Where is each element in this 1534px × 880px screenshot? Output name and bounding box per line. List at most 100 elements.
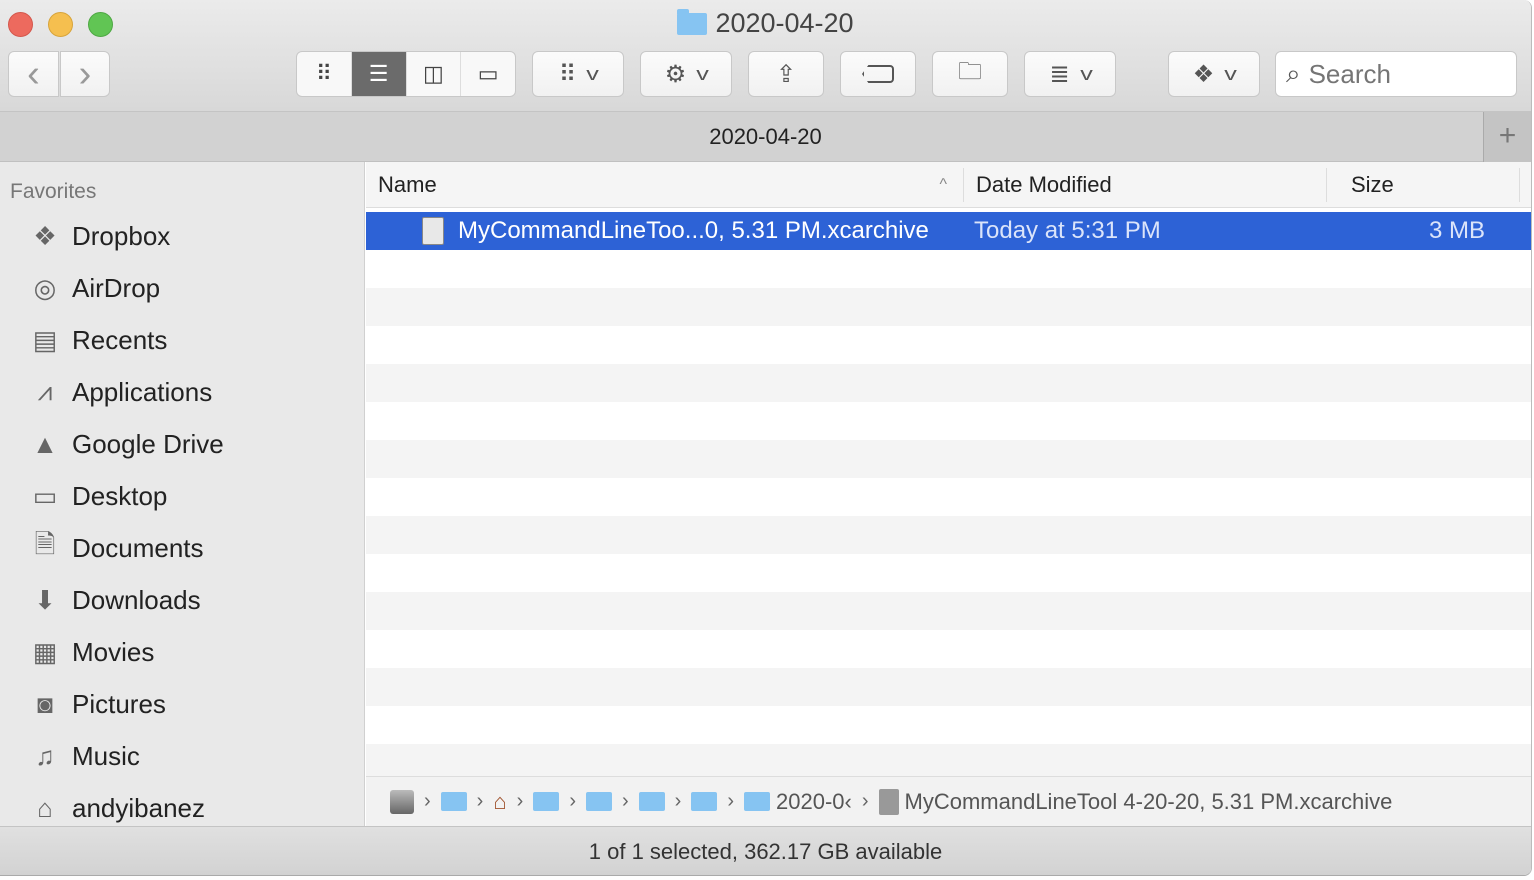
dropbox-button[interactable]: ❖ v <box>1168 51 1260 97</box>
empty-row <box>366 668 1531 706</box>
empty-row <box>366 516 1531 554</box>
home-icon: ⌂ <box>37 792 53 823</box>
file-date: Today at 5:31 PM <box>974 217 1161 244</box>
xcarchive-icon <box>422 217 444 245</box>
sidebar-item-dropbox[interactable]: ❖ Dropbox <box>0 210 364 262</box>
sidebar-item-label: Downloads <box>72 584 201 615</box>
tags-button[interactable] <box>840 51 916 97</box>
column-size-label: Size <box>1351 171 1394 197</box>
sort-ascending-icon: ^ <box>939 175 947 193</box>
sidebar-item-documents[interactable]: 🗎 Documents <box>0 522 364 574</box>
applications-icon: ⩘ <box>37 376 53 406</box>
folder-icon[interactable] <box>638 792 665 811</box>
sidebar-item-pictures[interactable]: ◙ Pictures <box>0 678 364 730</box>
column-date-label: Date Modified <box>976 171 1112 197</box>
group-by-button[interactable]: ⠿ v <box>532 51 624 97</box>
search-input[interactable] <box>1308 58 1489 90</box>
empty-row <box>366 364 1531 402</box>
empty-row <box>366 592 1531 630</box>
xcarchive-icon <box>878 788 899 815</box>
empty-row <box>366 706 1531 744</box>
table-row[interactable]: MyCommandLineToo...0, 5.31 PM.xcarchive … <box>366 212 1531 250</box>
column-name[interactable]: Name ^ <box>366 167 964 202</box>
downloads-icon: ⬇ <box>34 584 56 615</box>
desktop-icon: ▭ <box>32 480 58 511</box>
group-icon: ⠿ <box>558 60 577 88</box>
movies-icon: ▦ <box>32 636 58 667</box>
chevron-down-icon: v <box>696 63 710 84</box>
empty-row <box>366 744 1531 776</box>
sidebar-item-recents[interactable]: ▤ Recents <box>0 314 364 366</box>
sidebar-header: Favorites <box>10 180 97 203</box>
title-bar: 2020-04-20 ‹ › ⠿ ☰ ◫ ▭ ⠿ v ⚙ v ⇪ 🗀 ≣ v ❖ v ⌕ <box>0 0 1531 112</box>
sidebar-item-music[interactable]: ♫ Music <box>0 730 364 782</box>
sidebar-item-label: andyibanez <box>72 792 205 823</box>
folder-icon[interactable] <box>744 792 770 811</box>
share-button[interactable]: ⇪ <box>748 51 824 97</box>
sidebar-item-downloads[interactable]: ⬇ Downloads <box>0 574 364 626</box>
gear-icon: ⚙ <box>664 60 687 88</box>
sidebar-item-label: Recents <box>72 324 168 355</box>
back-button[interactable]: ‹ <box>8 51 59 97</box>
empty-row <box>366 402 1531 440</box>
sidebar-item-airdrop[interactable]: ◎ AirDrop <box>0 262 364 314</box>
path-current-folder[interactable]: 2020-0‹ <box>776 789 852 815</box>
new-folder-button[interactable]: 🗀 <box>932 51 1008 97</box>
window-title-text: 2020-04-20 <box>715 8 854 38</box>
home-icon[interactable]: ⌂ <box>493 789 506 815</box>
path-bar: › › ⌂ › › › › › 2020-0‹ › MyCommandLineTo… <box>366 776 1531 826</box>
new-tab-button[interactable]: + <box>1483 112 1531 162</box>
empty-row <box>366 478 1531 516</box>
window-title: 2020-04-20 <box>0 8 1531 39</box>
search-field[interactable]: ⌕ <box>1275 51 1517 97</box>
column-date-modified[interactable]: Date Modified <box>964 167 1327 202</box>
library-folder-icon[interactable] <box>533 792 560 811</box>
folder-icon <box>677 8 708 35</box>
sidebar-item-label: Dropbox <box>72 220 171 251</box>
sidebar-item-label: Music <box>72 740 140 771</box>
arrange-button[interactable]: ≣ v <box>1024 51 1116 97</box>
folder-icon[interactable] <box>691 792 718 811</box>
dropbox-icon: ❖ <box>33 220 57 251</box>
column-name-label: Name <box>378 171 437 197</box>
list-arrange-icon: ≣ <box>1049 60 1070 88</box>
forward-button[interactable]: › <box>60 51 110 97</box>
empty-row <box>366 630 1531 668</box>
sidebar-item-desktop[interactable]: ▭ Desktop <box>0 470 364 522</box>
empty-row <box>366 440 1531 478</box>
file-list: Name ^ Date Modified Size MyCommandLineTo… <box>366 162 1531 776</box>
chevron-down-icon: v <box>1079 63 1093 84</box>
sidebar: Favorites ❖ Dropbox ◎ AirDrop ▤ Recents ⩘ Appli… <box>0 162 365 826</box>
pictures-icon: ◙ <box>37 688 53 719</box>
column-view-button[interactable]: ◫ <box>407 52 462 96</box>
chevron-down-icon: v <box>586 63 600 84</box>
google-drive-icon: ▲ <box>32 428 58 459</box>
status-bar: 1 of 1 selected, 362.17 GB available <box>0 826 1531 875</box>
dropbox-icon: ❖ <box>1192 60 1215 88</box>
hard-drive-icon[interactable] <box>390 789 414 814</box>
new-folder-icon: 🗀 <box>958 57 982 85</box>
list-view-button[interactable]: ☰ <box>351 52 407 96</box>
sidebar-item-movies[interactable]: ▦ Movies <box>0 626 364 678</box>
music-icon: ♫ <box>35 740 55 771</box>
view-mode-control: ⠿ ☰ ◫ ▭ <box>296 51 516 97</box>
action-button[interactable]: ⚙ v <box>640 51 732 97</box>
path-file[interactable]: MyCommandLineTool 4-20-20, 5.31 PM.xcarc… <box>905 789 1393 815</box>
gallery-view-button[interactable]: ▭ <box>461 52 515 96</box>
user-folder-icon[interactable] <box>440 792 467 811</box>
column-size[interactable]: Size <box>1327 167 1520 202</box>
tab-current[interactable]: 2020-04-20 <box>709 124 822 149</box>
sidebar-item-label: Applications <box>72 376 213 407</box>
airdrop-icon: ◎ <box>33 272 57 303</box>
tab-bar: 2020-04-20 + <box>0 112 1531 162</box>
documents-icon: 🗎 <box>34 529 56 559</box>
sidebar-item-label: AirDrop <box>72 272 161 303</box>
sidebar-item-applications[interactable]: ⩘ Applications <box>0 366 364 418</box>
folder-icon[interactable] <box>585 792 612 811</box>
empty-row <box>366 326 1531 364</box>
file-name: MyCommandLineToo...0, 5.31 PM.xcarchive <box>458 217 929 244</box>
sidebar-item-label: Desktop <box>72 480 168 511</box>
sidebar-item-google-drive[interactable]: ▲ Google Drive <box>0 418 364 470</box>
icon-view-button[interactable]: ⠿ <box>297 52 352 96</box>
empty-row <box>366 554 1531 592</box>
